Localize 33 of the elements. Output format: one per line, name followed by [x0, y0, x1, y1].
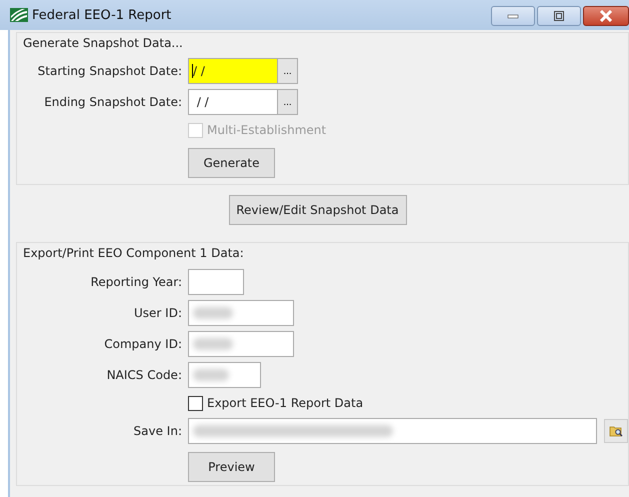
date-field[interactable]: / /	[188, 58, 278, 84]
field-label: Save In:	[132, 424, 183, 438]
close-icon	[599, 10, 613, 22]
review-button[interactable]: Review/Edit Snapshot Data	[228, 195, 406, 225]
path-field[interactable]	[188, 418, 597, 444]
browse-button[interactable]	[604, 419, 628, 443]
date-field[interactable]: / /	[188, 89, 278, 115]
field-label: Company ID:	[103, 337, 183, 351]
field-label: User ID:	[133, 306, 183, 320]
date-picker-button[interactable]: ...	[278, 89, 298, 115]
maximize-button[interactable]	[537, 6, 581, 26]
close-button[interactable]	[583, 6, 629, 26]
input-field[interactable]	[188, 300, 294, 326]
field-label: NAICS Code:	[106, 368, 183, 382]
checkbox[interactable]: Export EEO-1 Report Data	[188, 393, 364, 413]
generate-button[interactable]: Generate	[188, 148, 275, 178]
blurred-value	[193, 369, 229, 381]
input-field[interactable]	[188, 269, 244, 295]
window-title: Federal EEO-1 Report	[32, 8, 172, 22]
group-title: Export/Print EEO Component 1 Data:	[22, 245, 245, 262]
group-title: Generate Snapshot Data...	[22, 35, 184, 52]
app-logo-icon	[10, 8, 28, 22]
field-label: Reporting Year:	[90, 275, 183, 289]
input-field[interactable]	[188, 362, 261, 388]
preview-button[interactable]: Preview	[188, 452, 275, 482]
field-label: Starting Snapshot Date:	[36, 64, 183, 78]
maximize-icon	[553, 11, 565, 21]
folder-search-icon	[609, 425, 623, 437]
date-picker-button[interactable]: ...	[278, 58, 298, 84]
field-label: Ending Snapshot Date:	[43, 95, 183, 109]
input-field[interactable]	[188, 331, 294, 357]
blurred-value	[193, 307, 233, 319]
blurred-value	[193, 338, 233, 350]
